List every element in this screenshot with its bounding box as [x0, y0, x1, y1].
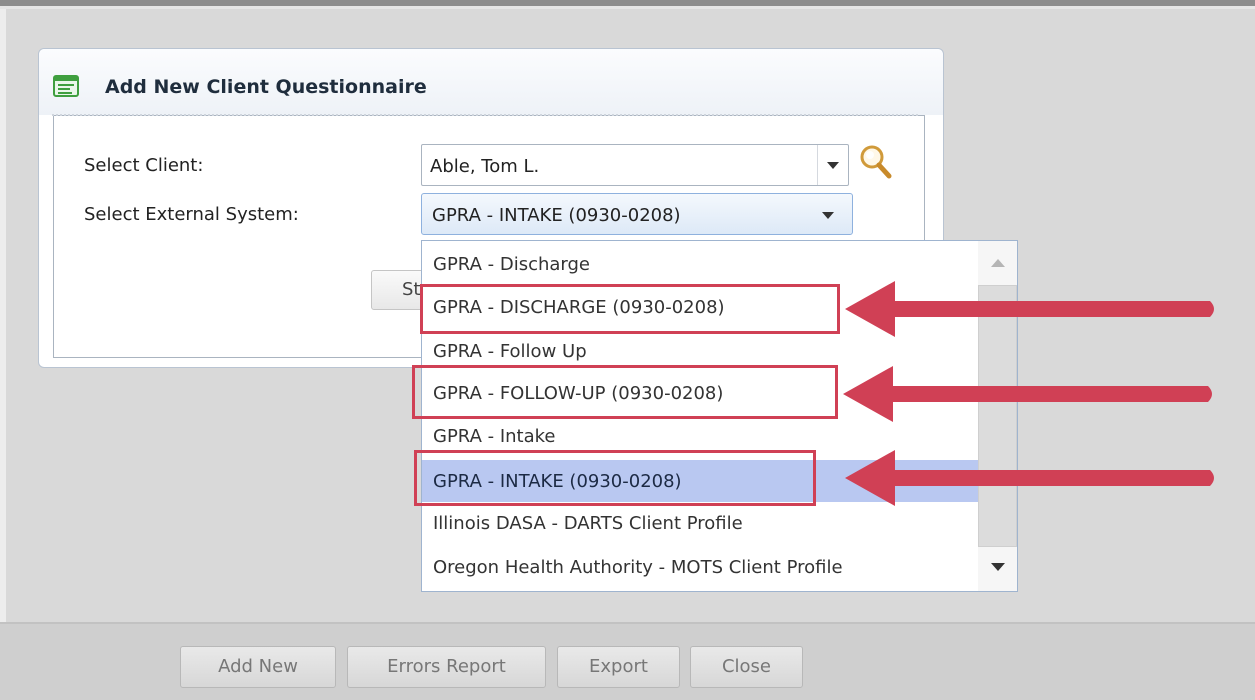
- add-new-button[interactable]: Add New: [180, 646, 336, 688]
- errors-report-button[interactable]: Errors Report: [347, 646, 546, 688]
- arrow-discharge: [845, 281, 1214, 337]
- arrow-follow-up: [843, 366, 1212, 422]
- arrow-intake: [845, 450, 1214, 506]
- export-button[interactable]: Export: [557, 646, 680, 688]
- close-button[interactable]: Close: [690, 646, 803, 688]
- annotation-arrows: [843, 281, 1214, 506]
